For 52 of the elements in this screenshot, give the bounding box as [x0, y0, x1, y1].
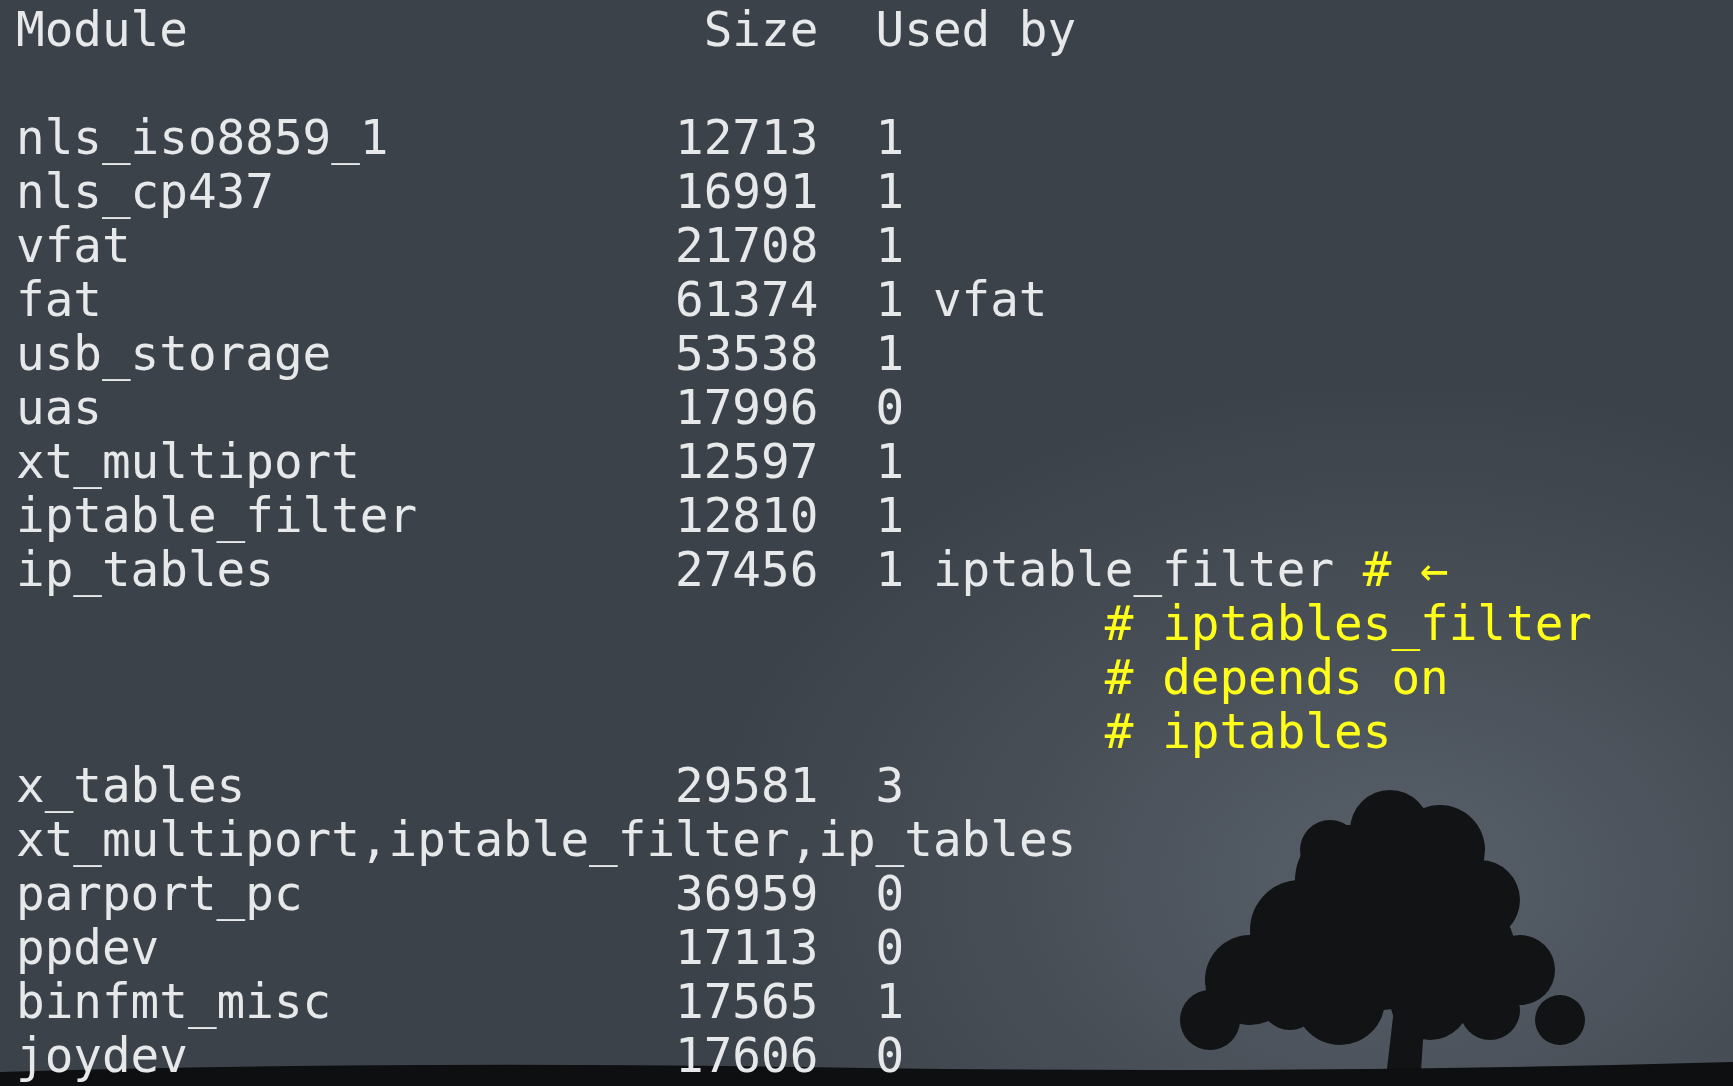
module-name: binfmt_misc [16, 975, 333, 1029]
module-size: 17113 [675, 921, 819, 975]
module-name: uas [16, 381, 102, 435]
use-count: 1 [875, 165, 905, 219]
column-header: Module [16, 3, 189, 57]
module-size: 17996 [675, 381, 819, 435]
use-count: 1 [875, 219, 905, 273]
module-name: fat [16, 273, 103, 327]
module-name: usb_storage [16, 327, 333, 381]
use-count: 1 [875, 975, 905, 1029]
comment-text: # iptables [1104, 705, 1392, 759]
use-count: 0 [875, 921, 905, 975]
module-name: parport_pc [16, 867, 303, 921]
dependency-list: vfat [932, 273, 1048, 327]
dependency-list: xt_multiport,iptable_filter,ip_tables [16, 813, 1077, 867]
comment-text: # depends on [1104, 651, 1449, 705]
module-size: 17565 [675, 975, 819, 1029]
module-size: 29581 [675, 759, 819, 813]
comment-text: # iptables_filter [1104, 597, 1592, 651]
module-name: xt_multiport [16, 435, 361, 489]
module-name: nls_iso8859_1 [16, 111, 390, 165]
module-size: 61374 [675, 273, 819, 327]
module-name: ip_tables [16, 543, 274, 597]
column-header: Used by [875, 3, 1077, 57]
use-count: 1 [875, 111, 905, 165]
use-count: 0 [875, 1029, 905, 1083]
module-name: x_tables [16, 759, 247, 813]
module-size: 16991 [675, 165, 819, 219]
dependency-list: iptable_filter [932, 543, 1335, 597]
use-count: 0 [875, 381, 905, 435]
module-size: 12810 [675, 489, 819, 543]
module-size: 12597 [675, 435, 819, 489]
use-count: 1 [875, 435, 905, 489]
module-size: 12713 [675, 111, 819, 165]
module-size: 17606 [675, 1029, 819, 1083]
module-size: 53538 [675, 327, 819, 381]
use-count: 3 [875, 759, 905, 813]
use-count: 1 [875, 489, 905, 543]
module-size: 27456 [675, 543, 819, 597]
use-count: 0 [875, 867, 905, 921]
module-size: 36959 [675, 867, 819, 921]
comment-text: # ← [1362, 543, 1449, 597]
module-name: ppdev [16, 921, 160, 975]
column-header: Size [702, 3, 819, 57]
module-name: iptable_filter [16, 489, 419, 543]
module-name: vfat [16, 219, 131, 273]
use-count: 1 [875, 273, 905, 327]
module-size: 21708 [675, 219, 819, 273]
module-name: joydev [16, 1029, 188, 1083]
module-name: nls_cp437 [16, 165, 274, 219]
use-count: 1 [875, 543, 905, 597]
use-count: 1 [875, 327, 905, 381]
